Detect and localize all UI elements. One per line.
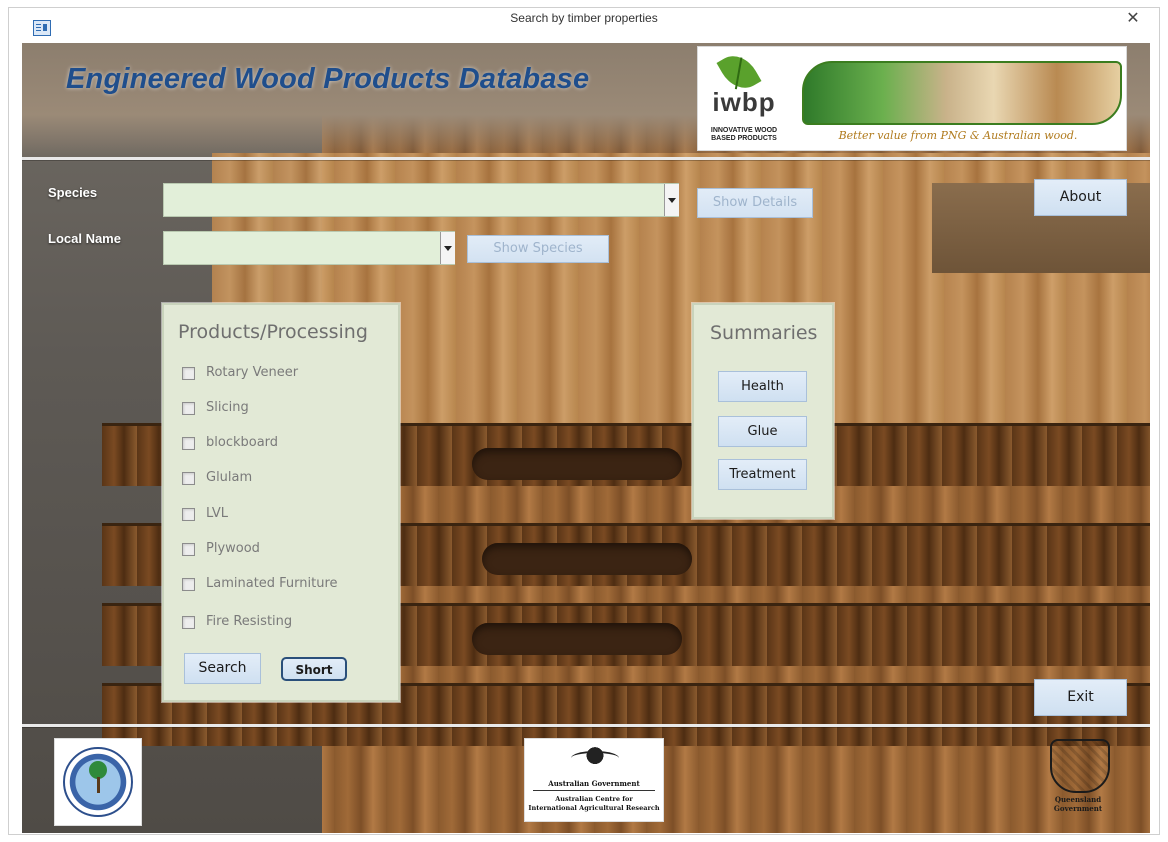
species-combo[interactable] [163,183,679,217]
chevron-down-icon[interactable] [440,232,455,264]
show-species-button[interactable]: Show Species [467,235,609,263]
logo-rule [533,790,655,791]
png-forest-authority-logo [54,738,142,826]
bottom-divider [22,724,1150,727]
search-button[interactable]: Search [184,653,261,684]
close-button[interactable]: ✕ [1118,6,1148,30]
banner-photo-strip [802,61,1122,125]
about-button[interactable]: About [1034,179,1127,216]
aus-gov-text: Australian Government [548,779,640,788]
checkbox-label: Slicing [206,400,249,415]
local-name-combo[interactable] [163,231,455,265]
checkbox[interactable] [182,437,195,450]
qld-line: Government [1053,804,1103,813]
checkbox[interactable] [182,543,195,556]
checkbox-label: Glulam [206,470,253,485]
products-title: Products/Processing [178,321,368,343]
glue-button[interactable]: Glue [718,416,807,447]
health-button[interactable]: Health [718,371,807,402]
aciar-logo: Australian Government Australian Centre … [524,738,664,822]
qld-line: Queensland [1054,795,1102,804]
checkbox[interactable] [182,472,195,485]
qld-crest-icon [1050,739,1110,793]
aciar-line: International Agricultural Research [528,804,660,812]
checkbox-label: Fire Resisting [206,614,293,629]
summaries-title: Summaries [710,322,818,344]
checkbox-label: blockboard [206,435,279,450]
queensland-government-logo: Queensland Government [1042,735,1114,823]
local-name-label: Local Name [48,231,121,246]
banner-subtitle-line: BASED PRODUCTS [711,135,777,142]
checkbox-label: Rotary Veneer [206,365,299,380]
exit-button[interactable]: Exit [1034,679,1127,716]
coat-of-arms-icon [571,743,619,771]
chevron-down-icon[interactable] [664,184,679,216]
app-title: Engineered Wood Products Database [66,63,590,95]
species-label: Species [48,185,98,200]
tree-trunk [97,777,100,793]
summaries-panel: Summaries Health Glue Treatment [692,303,834,519]
checkbox[interactable] [182,508,195,521]
checkbox[interactable] [182,402,195,415]
checkbox-label: Laminated Furniture [206,576,338,591]
checkbox[interactable] [182,616,195,629]
form-body: Engineered Wood Products Database iwbp I… [22,43,1150,833]
aciar-line: Australian Centre for [555,795,633,803]
treatment-button[interactable]: Treatment [718,459,807,490]
checkbox[interactable] [182,578,195,591]
banner-tagline: Better value from PNG & Australian wood. [838,129,1078,142]
window-title: Search by timber properties [510,11,658,25]
aciar-text: Australian Centre for International Agri… [525,795,663,813]
checkbox-label: LVL [206,506,228,521]
banner-subtitle-line: INNOVATIVE WOOD [710,127,778,134]
background-slot [472,448,682,480]
checkbox[interactable] [182,367,195,380]
banner-brand: iwbp [712,87,776,117]
qld-text: Queensland Government [1042,795,1114,813]
banner-subtitle: INNOVATIVE WOOD BASED PRODUCTS [702,127,786,143]
checkbox-label: Plywood [206,541,260,556]
short-button[interactable]: Short [281,657,347,681]
show-details-button[interactable]: Show Details [697,188,813,218]
background-slot [472,623,682,655]
top-divider [22,157,1150,160]
background-slot [482,543,692,575]
products-panel: Products/Processing Rotary Veneer Slicin… [162,303,400,702]
iwbp-banner: iwbp INNOVATIVE WOOD BASED PRODUCTS Bett… [697,46,1127,151]
